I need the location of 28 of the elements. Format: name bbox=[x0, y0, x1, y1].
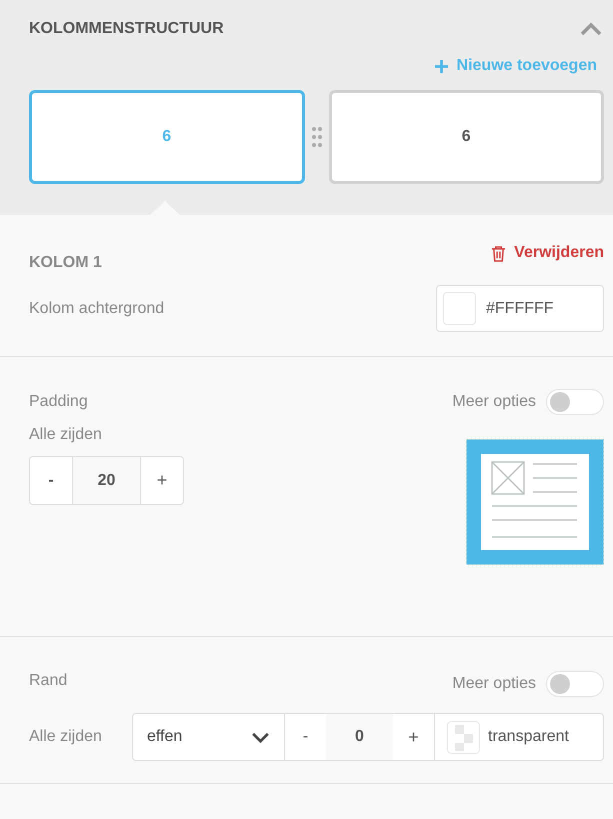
delete-button[interactable]: Verwijderen bbox=[491, 241, 604, 265]
section-title: KOLOMMENSTRUCTUUR bbox=[29, 19, 224, 39]
toggle-label: Meer opties bbox=[452, 392, 536, 412]
color-field[interactable]: transparent bbox=[434, 713, 604, 761]
section-label: Rand bbox=[29, 671, 68, 691]
color-swatch[interactable] bbox=[443, 292, 476, 325]
increment-button[interactable]: + bbox=[393, 714, 434, 760]
field-label: Kolom achtergrond bbox=[29, 298, 164, 318]
number-field[interactable]: 0 bbox=[326, 714, 393, 760]
toggle-switch[interactable] bbox=[546, 389, 604, 415]
chevron-down-icon bbox=[251, 732, 270, 742]
drag-handle-icon[interactable] bbox=[310, 125, 322, 149]
toggle-switch[interactable] bbox=[546, 671, 604, 697]
color-value: #FFFFFF bbox=[486, 298, 554, 318]
plus-icon bbox=[434, 58, 449, 74]
transparent-swatch-icon[interactable] bbox=[447, 720, 480, 754]
trash-icon bbox=[491, 244, 506, 262]
column-block[interactable]: 6 bbox=[328, 90, 604, 184]
section-label: Padding bbox=[29, 392, 88, 412]
decrement-button[interactable]: - bbox=[285, 714, 326, 760]
toggle-label: Meer opties bbox=[452, 674, 536, 694]
field-label: Alle zijden bbox=[29, 727, 103, 747]
column-title: KOLOM 1 bbox=[29, 253, 102, 273]
color-value: transparent bbox=[488, 727, 569, 747]
color-field[interactable]: #FFFFFF bbox=[436, 285, 604, 332]
field-label: Alle zijden bbox=[29, 425, 103, 445]
style-dropdown[interactable]: effen bbox=[132, 713, 285, 761]
chevron-icon[interactable] bbox=[579, 21, 603, 37]
